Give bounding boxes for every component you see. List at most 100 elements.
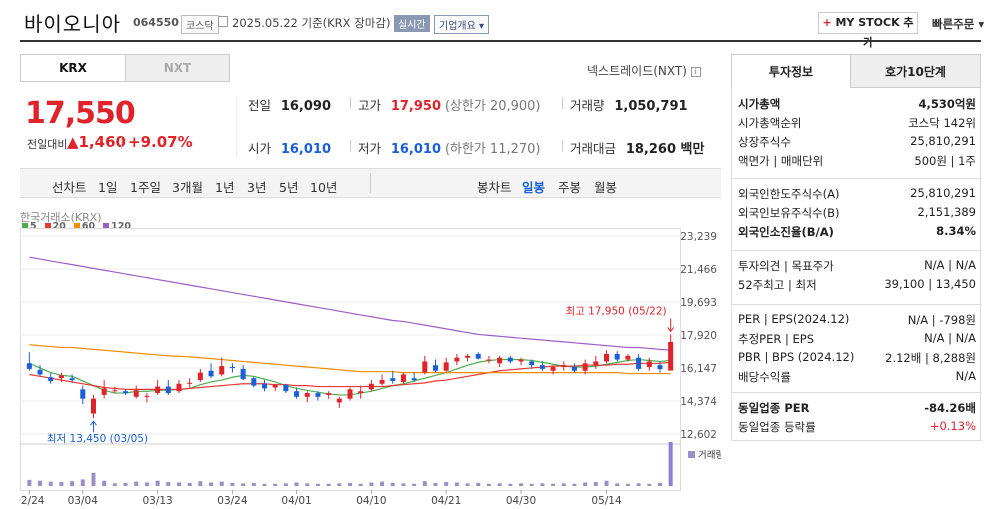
volume-bar [412,483,417,486]
change-percent: +9.07% [128,133,193,151]
range-10y[interactable]: 10년 [310,177,337,196]
y-tick-label: 16,147 [680,363,717,375]
volume-bar [59,482,64,486]
section-divider [732,304,982,305]
volume-bar [390,482,395,486]
x-tick-label: 04/10 [356,495,386,507]
invest-row: 동일업종 등락률 +0.13% [738,419,976,435]
volume-bar [273,483,278,486]
candle-monthly[interactable]: 월봉 [594,177,617,196]
invest-row-value: 25,810,291 [910,134,976,148]
volume-bar [38,480,43,486]
invest-row-label: 시가총액 [738,97,781,111]
price-chart[interactable]: 23,239 21,466 19,693 17,920 16,147 14,374 12,6… [20,228,721,509]
x-tick-label: 04/30 [506,495,536,507]
candle-body [593,361,599,366]
volume-bar [134,481,139,486]
section-divider [732,178,982,179]
volume-bar [551,483,556,486]
candle-body [304,393,310,397]
candle-body [58,375,64,379]
candle-body [283,384,289,392]
candle-body [123,391,129,394]
volume-bar [401,483,406,486]
candle-body [379,380,385,384]
volume-bar [112,483,117,486]
candle-body [646,361,652,368]
volume-bar [422,481,427,486]
candle-body [486,359,492,361]
range-1w[interactable]: 1주일 [130,177,161,196]
separator [121,137,122,149]
candle-body [604,353,610,362]
realtime-badge[interactable]: 실시간 [394,15,430,32]
candle-body [668,341,674,371]
invest-row-label: 배당수익률 [738,370,791,384]
nextrade-link[interactable]: 넥스트레이드(NXT) i [587,62,701,79]
candle-body [294,391,300,397]
candle-body [69,378,75,381]
candle-body [197,372,203,381]
volume-bar [305,483,310,486]
volume-bar [315,483,320,486]
volume-bar [497,483,502,486]
x-tick-label: 04/21 [431,495,461,507]
candle-body [657,365,663,370]
separator [562,97,563,109]
tab-nxt[interactable]: NXT [125,55,229,81]
volume-bar [230,482,235,486]
invest-row: 동일업종 PER -84.26배 [738,400,976,416]
candle-body [443,362,449,371]
volume-bar [380,481,385,486]
range-1y[interactable]: 1년 [215,177,234,196]
range-5y[interactable]: 5년 [279,177,298,196]
volume-bar [102,480,107,486]
tab-krx[interactable]: KRX [21,55,125,81]
invest-row: 추정PER | EPS N/A | N/A [738,331,976,347]
quick-order-button[interactable]: 빠른주문 ▾ [932,16,984,32]
tab-orderbook[interactable]: 호가10단계 [850,54,981,88]
current-price: 17,550 [25,96,136,131]
y-tick-label: 23,239 [680,231,717,243]
candle-body [390,378,396,381]
range-3m[interactable]: 3개월 [172,177,203,196]
volume-bar [358,483,363,486]
volume-bar [262,483,267,486]
x-tick-label: 05/14 [591,495,622,507]
volume-bar [540,483,545,486]
volume-label: 거래량 [698,449,721,461]
company-info-button[interactable]: 기업개요 ▾ [434,15,490,34]
range-3y[interactable]: 3년 [247,177,266,196]
volume-bar [209,482,214,486]
invest-info-panel: 시가총액 4,530억원 시가총액순위 코스닥 142위 상장주식수 25,810,291… [731,88,982,441]
candle-body [80,389,86,399]
range-1d[interactable]: 1일 [98,177,117,196]
candle-body [347,389,353,399]
invest-row-value: 4,530억원 [918,97,976,111]
candle-body [176,383,182,392]
volume-bar [625,483,630,486]
candle-body [219,366,225,375]
invest-row-label: 외국인보유주식수(B) [738,206,840,220]
stock-name: 바이오니아 [24,12,121,36]
volume-bar [369,482,374,486]
candle-weekly[interactable]: 주봉 [558,177,581,196]
volume-bar [508,483,513,486]
candle-chart-label: 봉차트 [477,180,512,195]
invest-row: 상장주식수 25,810,291 [738,134,976,150]
candle-daily[interactable]: 일봉 [522,177,545,196]
tab-invest-info[interactable]: 투자정보 [731,54,851,88]
change-value: ▲1,460 [67,133,126,151]
my-stock-add-button[interactable]: + MY STOCK 추가 [818,12,918,49]
y-tick-label: 17,920 [680,330,717,342]
invest-row-label: PBR | BPS (2024.12) [738,350,855,364]
candle-body [550,367,556,371]
date-text: 2025.05.22 기준(KRX 장마감) [232,16,391,30]
volume-bar [91,472,96,486]
candle-body [26,363,32,369]
invest-row-label: 동일업종 등락률 [738,420,816,434]
invest-row-value: -84.26배 [924,401,976,415]
invest-row: PBR | BPS (2024.12) 2.12배 | 8,288원 [738,350,976,365]
candle-body [497,357,503,364]
candle-body [240,368,246,380]
